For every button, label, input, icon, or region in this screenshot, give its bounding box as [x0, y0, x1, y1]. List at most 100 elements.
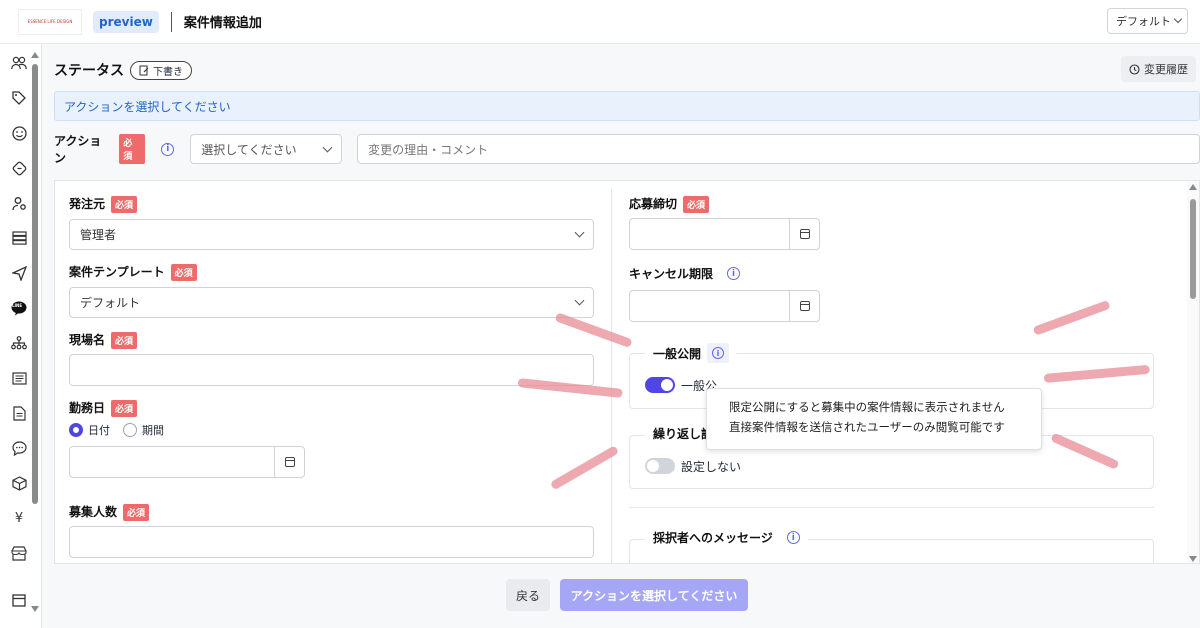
top-bar: ESSENCE LIFE DESIGN preview 案件情報追加 デフォルト: [0, 0, 1200, 44]
deadline-date-input[interactable]: [629, 218, 820, 250]
workday-radio-group: 日付 期間: [69, 422, 164, 438]
recruit-count-input[interactable]: [69, 526, 594, 558]
workday-field-label: 勤務日 必須: [69, 399, 138, 417]
workday-label-text: 勤務日: [69, 401, 106, 415]
company-logo[interactable]: ESSENCE LIFE DESIGN: [18, 8, 82, 35]
submit-action-button[interactable]: アクションを選択してください: [560, 579, 748, 611]
logo-text: ESSENCE LIFE DESIGN: [27, 19, 73, 24]
message-legend: 採択者へのメッセージ i: [645, 529, 808, 546]
comment-input[interactable]: 変更の理由・コメント: [357, 134, 1200, 164]
calendar-icon[interactable]: [8, 589, 30, 611]
panel-scroll-thumb[interactable]: [1190, 199, 1196, 299]
box-icon[interactable]: [8, 472, 30, 494]
sitemap-icon[interactable]: [8, 332, 30, 354]
chevron-down-icon: [1173, 14, 1183, 24]
tooltip-line-2: 直接案件情報を送信されたユーザーのみ閲覧可能です: [729, 420, 1005, 434]
site-name-label-text: 現場名: [69, 333, 106, 347]
user-settings-icon[interactable]: [8, 192, 30, 214]
site-name-field-label: 現場名 必須: [69, 331, 138, 349]
template-field-label: 案件テンプレート 必須: [69, 263, 197, 281]
edit-icon: [139, 65, 149, 75]
action-select[interactable]: 選択してください: [190, 134, 343, 164]
template-select[interactable]: デフォルト: [69, 287, 594, 318]
line-badge-text: LINE: [12, 303, 23, 308]
line-icon[interactable]: LINE: [8, 297, 30, 319]
repeat-label-text: 繰り返し設: [653, 427, 714, 441]
users-icon[interactable]: [8, 52, 30, 74]
panel-scrollbar[interactable]: [1187, 181, 1199, 563]
server-icon[interactable]: [8, 227, 30, 249]
required-badge: 必須: [119, 134, 146, 164]
scroll-down-arrow-icon[interactable]: [1189, 556, 1197, 562]
change-history-label: 変更履歴: [1144, 63, 1188, 76]
info-icon[interactable]: i: [727, 267, 741, 280]
tooltip-line-1: 限定公開にすると募集中の案件情報に表示されません: [729, 400, 1005, 414]
client-label-text: 発注元: [69, 197, 106, 211]
send-icon[interactable]: [8, 262, 30, 284]
required-badge: 必須: [123, 504, 150, 521]
section-divider: [629, 507, 1154, 508]
action-alert-text: アクションを選択してください: [64, 99, 231, 114]
title-divider: [170, 11, 172, 32]
recruit-count-label-text: 募集人数: [69, 505, 118, 519]
action-select-placeholder: 選択してください: [201, 142, 297, 157]
change-history-button[interactable]: 変更履歴: [1121, 56, 1196, 82]
footer-actions: 戻る アクションを選択してください: [42, 566, 1200, 628]
back-button[interactable]: 戻る: [506, 579, 550, 611]
calendar-icon: [799, 229, 810, 239]
status-title: ステータス: [54, 63, 124, 79]
column-divider: [611, 189, 612, 563]
date-picker-button[interactable]: [789, 219, 819, 249]
radio-date[interactable]: [69, 423, 83, 437]
scroll-down-arrow-icon[interactable]: [31, 606, 39, 612]
sidebar: LINE ¥: [0, 44, 42, 628]
default-template-select-label: デフォルト: [1116, 15, 1171, 28]
client-select[interactable]: 管理者: [69, 219, 594, 250]
sidebar-scroll-thumb[interactable]: [32, 64, 38, 504]
date-picker-button[interactable]: [789, 291, 819, 321]
calendar-icon: [284, 457, 295, 467]
deadline-label-text: 応募締切: [629, 197, 678, 211]
comment-input-placeholder: 変更の理由・コメント: [368, 142, 489, 157]
list-icon[interactable]: [8, 367, 30, 389]
smile-icon[interactable]: [8, 122, 30, 144]
public-toggle[interactable]: [645, 377, 675, 393]
radio-date-label: 日付: [88, 424, 110, 437]
document-icon[interactable]: [8, 402, 30, 424]
public-label-text: 一般公開: [653, 346, 702, 361]
page-title: 案件情報追加: [183, 16, 262, 31]
info-icon[interactable]: i: [161, 142, 175, 156]
required-badge: 必須: [170, 264, 197, 281]
draft-status-label: 下書き: [153, 66, 183, 78]
chevron-down-icon: [574, 295, 585, 306]
status-header: ステータス 下書き: [54, 60, 192, 80]
ticket-icon[interactable]: [8, 157, 30, 179]
default-template-select[interactable]: デフォルト: [1107, 8, 1188, 34]
calendar-icon: [799, 301, 810, 311]
action-label: アクション: [54, 134, 102, 165]
scroll-up-arrow-icon[interactable]: [31, 52, 39, 58]
message-label-text: 採択者へのメッセージ: [653, 531, 773, 545]
chat-icon[interactable]: [8, 437, 30, 459]
info-icon[interactable]: i: [786, 531, 800, 544]
required-badge: 必須: [111, 400, 138, 417]
yen-icon[interactable]: ¥: [8, 507, 30, 529]
site-name-input[interactable]: [69, 354, 594, 386]
required-badge: 必須: [111, 196, 138, 213]
store-icon[interactable]: [8, 542, 30, 564]
preview-badge: preview: [93, 10, 159, 33]
repeat-toggle[interactable]: [645, 458, 675, 474]
date-picker-button[interactable]: [274, 447, 304, 477]
tag-icon[interactable]: [8, 87, 30, 109]
radio-period[interactable]: [123, 423, 137, 437]
sidebar-scrollbar[interactable]: [31, 52, 39, 622]
workday-date-input[interactable]: [69, 446, 305, 478]
template-label-text: 案件テンプレート: [69, 265, 165, 279]
deadline-field-label: 応募締切 必須: [629, 195, 710, 213]
public-info-icon[interactable]: i: [707, 343, 730, 363]
cancel-deadline-date-input[interactable]: [629, 290, 820, 322]
template-select-value: デフォルト: [80, 296, 141, 310]
scroll-up-arrow-icon[interactable]: [1189, 184, 1197, 190]
repeat-toggle-label: 設定しない: [681, 460, 742, 474]
form-panel: 発注元 必須 管理者 案件テンプレート 必須 デフォルト 現場名 必須 勤務日 必須 日…: [54, 180, 1200, 564]
